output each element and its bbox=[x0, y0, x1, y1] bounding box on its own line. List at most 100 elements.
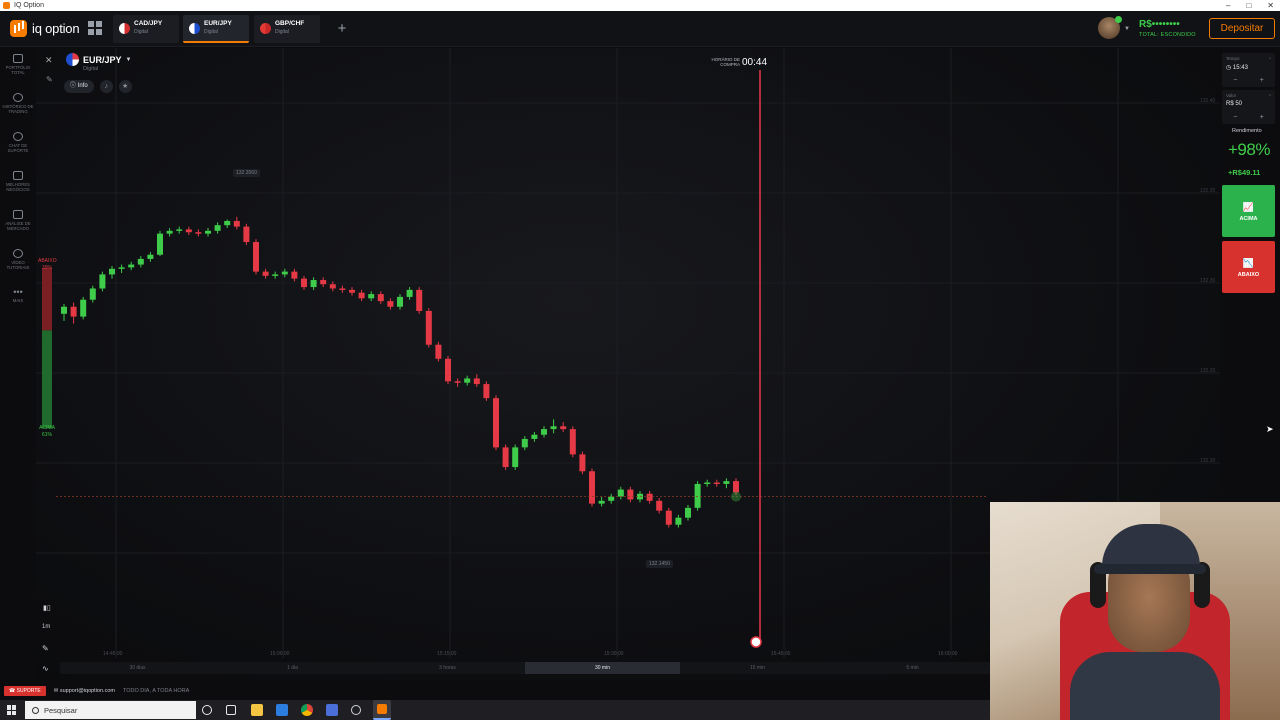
timeframe-30-min[interactable]: 30 min bbox=[525, 662, 680, 674]
sidebar-item-label: HISTÓRICO DE TRADING bbox=[2, 104, 34, 114]
app-icon[interactable] bbox=[326, 704, 338, 716]
tab-sub: Digital bbox=[275, 29, 289, 35]
x-tick: 15:45:00 bbox=[771, 651, 791, 657]
file-explorer-icon[interactable] bbox=[251, 704, 263, 716]
candle-body bbox=[195, 232, 202, 234]
sidebar-item-label: VÍDEO TUTORIAIS bbox=[6, 260, 30, 270]
tab-eur-jpy[interactable]: EUR/JPY Digital bbox=[183, 15, 249, 43]
timeframe-15-min[interactable]: 15 min bbox=[680, 662, 835, 674]
tab-sub: Digital bbox=[204, 29, 218, 35]
sidebar-item-more[interactable]: ••• MAIS bbox=[0, 288, 36, 304]
timeframe-30-days[interactable]: 30 dias bbox=[60, 662, 215, 674]
settings-icon[interactable] bbox=[351, 705, 361, 715]
candle-body bbox=[224, 220, 231, 226]
candle-body bbox=[368, 294, 375, 299]
asset-selector[interactable]: EUR/JPY ▼ bbox=[66, 53, 131, 66]
timeframe-selector[interactable]: 1m bbox=[42, 624, 50, 630]
iq-option-taskbar-icon[interactable] bbox=[373, 700, 391, 720]
task-view-icon[interactable] bbox=[226, 705, 236, 715]
candle-body bbox=[502, 447, 509, 468]
bell-icon[interactable]: ♪ bbox=[99, 80, 113, 93]
candle-body bbox=[713, 482, 720, 485]
x-tick: 15:30:00 bbox=[604, 651, 624, 657]
timeframe-1-day[interactable]: 1 dia bbox=[215, 662, 370, 674]
left-sidebar: PORTFÓLIO TOTAL HISTÓRICO DE TRADING CHA… bbox=[0, 48, 36, 680]
indicators-icon[interactable]: ∿ bbox=[42, 664, 49, 673]
balance-label: TOTAL: ESCONDIDO bbox=[1139, 32, 1196, 38]
candle-body bbox=[665, 510, 672, 525]
candle-body bbox=[310, 280, 317, 288]
time-label: Tempo bbox=[1226, 56, 1240, 61]
search-icon bbox=[32, 706, 39, 714]
cortana-icon[interactable] bbox=[202, 705, 212, 715]
candle-body bbox=[377, 294, 384, 302]
candle-body bbox=[406, 289, 413, 297]
timeframe-3-hours[interactable]: 3 horas bbox=[370, 662, 525, 674]
deposit-button[interactable]: Depositar bbox=[1209, 18, 1275, 39]
tab-cad-jpy[interactable]: CAD/JPY Digital bbox=[113, 15, 179, 43]
sidebar-item-video-tutorials[interactable]: VÍDEO TUTORIAIS bbox=[0, 249, 36, 270]
avatar[interactable] bbox=[1098, 16, 1122, 39]
y-tick: 132.30 bbox=[1200, 278, 1216, 284]
history-icon bbox=[13, 93, 23, 102]
support-email[interactable]: ✉ support@iqoption.com bbox=[54, 688, 115, 694]
webcam-person-body bbox=[1070, 652, 1220, 720]
minus-icon[interactable]: − bbox=[1233, 114, 1237, 121]
window-title: IQ Option bbox=[14, 2, 44, 9]
call-up-button[interactable]: 📈 ACIMA bbox=[1222, 185, 1275, 237]
maximize-icon[interactable]: □ bbox=[1246, 0, 1251, 11]
chevron-down-icon[interactable]: ▼ bbox=[1124, 26, 1130, 32]
timeframe-5-min[interactable]: 5 min bbox=[835, 662, 990, 674]
support-button[interactable]: ☎ SUPORTE bbox=[4, 686, 46, 696]
chrome-icon[interactable] bbox=[301, 704, 313, 716]
info-button[interactable]: ⓘ Info bbox=[64, 80, 94, 93]
plus-icon[interactable]: + bbox=[1260, 77, 1264, 84]
x-tick: 15:00:00 bbox=[270, 651, 290, 657]
sidebar-item-chat[interactable]: CHAT DE SUPORTE bbox=[0, 132, 36, 153]
candle-body bbox=[176, 229, 183, 231]
close-asset-icon[interactable]: ✕ bbox=[45, 55, 53, 66]
balance[interactable]: R$•••••••• TOTAL: ESCONDIDO bbox=[1139, 19, 1196, 38]
star-icon[interactable]: ★ bbox=[118, 80, 132, 93]
put-down-button[interactable]: 📉 ABAIXO bbox=[1222, 241, 1275, 293]
x-tick: 14:45:00 bbox=[103, 651, 123, 657]
candle-body bbox=[560, 426, 567, 430]
candle-body bbox=[512, 447, 519, 468]
sidebar-item-portfolio[interactable]: PORTFÓLIO TOTAL bbox=[0, 54, 36, 75]
all-assets-grid-icon[interactable] bbox=[88, 21, 102, 35]
mail-app-icon[interactable] bbox=[276, 704, 288, 716]
purchase-time-label: HORÁRIO DE COMPRA bbox=[711, 57, 740, 67]
sidebar-item-market-analysis[interactable]: ANÁLISE DE MERCADO bbox=[0, 210, 36, 231]
sidebar-item-history[interactable]: HISTÓRICO DE TRADING bbox=[0, 93, 36, 114]
expiry-time-field[interactable]: Tempo ◔ ◷ 15:43 − + bbox=[1222, 53, 1275, 87]
sidebar-item-label: CHAT DE SUPORTE bbox=[7, 143, 29, 153]
pencil-icon[interactable]: ✎ bbox=[42, 644, 49, 653]
candle-body bbox=[205, 230, 211, 234]
low-price-label: 132.1450 bbox=[646, 560, 673, 568]
candle-body bbox=[550, 426, 557, 430]
plus-icon[interactable]: + bbox=[1260, 114, 1264, 121]
support-bar: ☎ SUPORTE ✉ support@iqoption.com TODO DI… bbox=[0, 684, 990, 698]
candle-body bbox=[349, 289, 355, 293]
amount-label: Valor bbox=[1226, 93, 1237, 98]
minimize-icon[interactable]: – bbox=[1226, 0, 1230, 11]
news-icon bbox=[13, 210, 23, 219]
search-placeholder: Pesquisar bbox=[44, 705, 78, 715]
add-tab-button[interactable]: + bbox=[332, 20, 352, 38]
candle-body bbox=[608, 496, 615, 501]
candle-body bbox=[291, 271, 298, 279]
amount-field[interactable]: Valor ◔ R$ 50 − + bbox=[1222, 90, 1275, 124]
tab-gbp-chf[interactable]: GBP/CHF Digital bbox=[254, 15, 320, 43]
draw-tools-icon[interactable]: ✎ bbox=[46, 75, 53, 84]
minus-icon[interactable]: − bbox=[1233, 77, 1237, 84]
chart-type-icon[interactable]: ▮▯ bbox=[43, 604, 51, 612]
info-label: Info bbox=[77, 83, 88, 89]
sidebar-item-top-deals[interactable]: MELHORES NEGÓCIOS bbox=[0, 171, 36, 192]
logo[interactable]: iq option bbox=[10, 20, 80, 37]
close-window-icon[interactable]: ✕ bbox=[1267, 0, 1274, 11]
candle-body bbox=[109, 268, 115, 275]
candle-body bbox=[675, 517, 682, 525]
taskbar-search-input[interactable]: Pesquisar bbox=[25, 701, 196, 719]
chat-icon bbox=[13, 132, 23, 141]
windows-start-icon[interactable] bbox=[7, 705, 17, 715]
